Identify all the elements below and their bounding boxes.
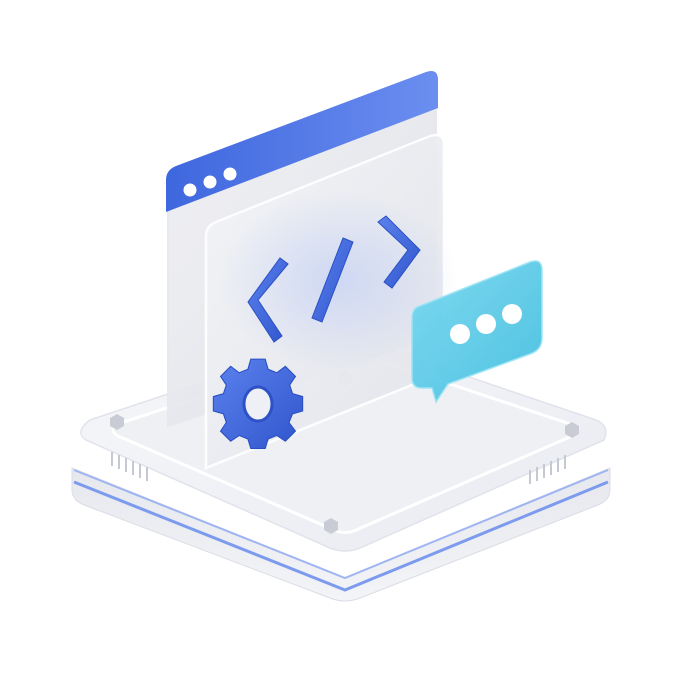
code-window-illustration [71,71,611,602]
chat-dot [476,314,496,334]
chat-dot [450,324,470,344]
window-dot [183,183,197,197]
chat-dot [502,304,522,324]
gear-icon [212,358,304,449]
illustration-stage [0,0,690,690]
window-dot [223,167,237,181]
window-dot [203,175,217,189]
